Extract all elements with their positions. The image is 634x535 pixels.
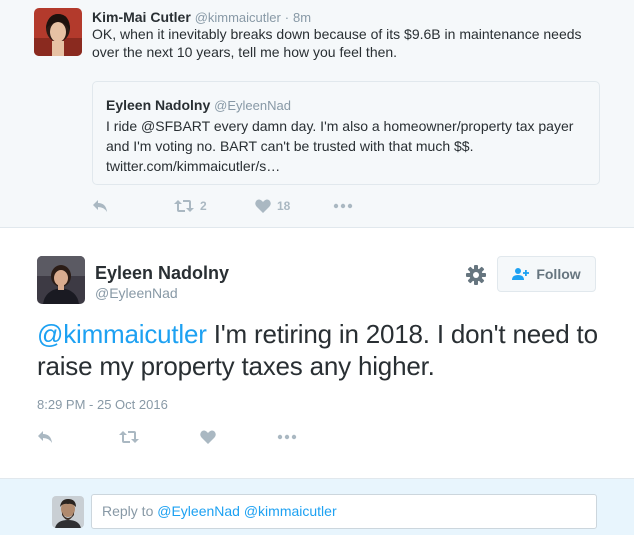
reply-input[interactable]: Reply to @EyleenNad @kimmaicutler	[91, 494, 597, 529]
reply-mentions: @EyleenNad @kimmaicutler	[157, 503, 337, 519]
follow-label: Follow	[536, 266, 581, 282]
parent-author-name[interactable]: Kim-Mai Cutler	[92, 9, 191, 25]
current-user-avatar[interactable]	[52, 496, 84, 528]
reply-icon	[93, 200, 107, 212]
parent-tweet[interactable]: Kim-Mai Cutler @kimmaicutler · 8m OK, wh…	[0, 0, 634, 228]
tweet-timestamp[interactable]: 8:29 PM - 25 Oct 2016	[37, 397, 168, 412]
more-icon	[277, 434, 297, 440]
heart-icon	[255, 199, 271, 213]
reply-bar: Reply to @EyleenNad @kimmaicutler	[0, 478, 634, 535]
heart-icon	[200, 430, 216, 444]
more-button[interactable]	[333, 196, 353, 216]
parent-author-handle[interactable]: @kimmaicutler	[195, 10, 281, 25]
retweet-count: 2	[200, 199, 207, 213]
main-author-handle[interactable]: @EyleenNad	[95, 285, 178, 301]
quoted-tweet-header: Eyleen Nadolny @EyleenNad	[106, 97, 291, 113]
header-separator: ·	[284, 10, 290, 25]
main-author-avatar[interactable]	[37, 256, 85, 304]
settings-button[interactable]	[465, 264, 487, 286]
quoted-tweet-text: I ride @SFBART every damn day. I'm also …	[106, 118, 574, 174]
follow-button[interactable]: Follow	[497, 256, 596, 292]
main-retweet-button[interactable]	[119, 427, 139, 447]
gear-icon	[466, 265, 486, 285]
main-tweet: Eyleen Nadolny @EyleenNad Follow @kimmai…	[0, 229, 634, 478]
retweet-icon	[119, 431, 139, 443]
parent-author-avatar[interactable]	[34, 8, 82, 56]
reply-icon	[38, 431, 52, 443]
main-author-name[interactable]: Eyleen Nadolny	[95, 263, 229, 284]
main-reply-button[interactable]	[37, 427, 53, 447]
retweet-icon	[174, 200, 194, 212]
main-more-button[interactable]	[277, 427, 297, 447]
reply-prefix: Reply to	[102, 503, 158, 519]
retweet-button[interactable]: 2	[174, 196, 207, 216]
add-user-icon	[512, 267, 530, 281]
quoted-author-handle: @EyleenNad	[214, 98, 291, 113]
reply-button[interactable]	[92, 196, 108, 216]
parent-tweet-time[interactable]: 8m	[293, 10, 311, 25]
tweet-mention-link[interactable]: @kimmaicutler	[37, 319, 207, 349]
parent-tweet-actions: 2 18	[92, 196, 392, 216]
quoted-tweet[interactable]: Eyleen Nadolny @EyleenNad I ride @SFBART…	[92, 81, 600, 185]
parent-tweet-text: OK, when it inevitably breaks down becau…	[92, 26, 582, 60]
main-like-button[interactable]	[200, 427, 216, 447]
like-count: 18	[277, 199, 291, 213]
like-button[interactable]: 18	[255, 196, 290, 216]
main-tweet-actions	[37, 427, 337, 447]
more-icon	[333, 203, 353, 209]
quoted-author-name: Eyleen Nadolny	[106, 97, 211, 113]
main-tweet-text: @kimmaicutler I'm retiring in 2018. I do…	[37, 318, 607, 382]
